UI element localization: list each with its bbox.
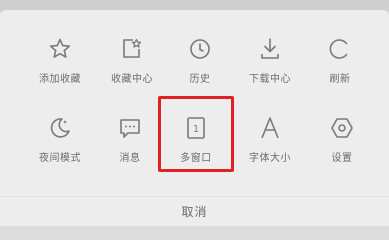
settings-label: 设置 (331, 153, 353, 164)
bookmark-center-icon (119, 36, 145, 62)
font-size-icon (257, 115, 283, 141)
message-icon (117, 115, 143, 141)
add-favorite-label: 添加收藏 (39, 74, 81, 85)
favorites-center-label: 收藏中心 (111, 74, 153, 85)
moon-icon (47, 115, 73, 141)
refresh-button[interactable]: 刷新 (308, 36, 372, 92)
menu-divider (0, 196, 389, 197)
font-size-button[interactable]: 字体大小 (238, 115, 302, 171)
history-label: 历史 (189, 74, 211, 85)
font-size-label: 字体大小 (249, 153, 291, 164)
download-icon (257, 36, 283, 62)
messages-button[interactable]: 消息 (98, 115, 162, 171)
download-center-button[interactable]: 下载中心 (238, 36, 302, 92)
refresh-label: 刷新 (329, 74, 351, 85)
night-mode-button[interactable]: 夜间模式 (28, 115, 92, 171)
add-favorite-button[interactable]: 添加收藏 (28, 36, 92, 92)
messages-label: 消息 (119, 153, 141, 164)
night-mode-label: 夜间模式 (39, 153, 81, 164)
settings-button[interactable]: 设置 (310, 115, 374, 171)
download-center-label: 下载中心 (249, 74, 291, 85)
red-highlight-box (158, 96, 234, 172)
history-button[interactable]: 历史 (168, 36, 232, 92)
star-icon (47, 36, 73, 62)
favorites-center-button[interactable]: 收藏中心 (100, 36, 164, 92)
clock-icon (187, 36, 213, 62)
refresh-icon (327, 36, 353, 62)
settings-icon (329, 115, 355, 141)
cancel-button[interactable]: 取消 (0, 203, 389, 220)
